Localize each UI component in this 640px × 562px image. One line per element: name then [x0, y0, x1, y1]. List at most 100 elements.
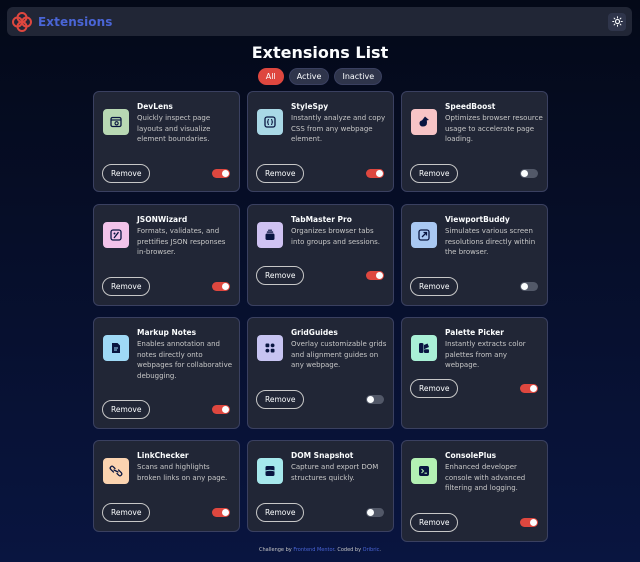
extension-name: StyleSpy: [291, 102, 329, 111]
extension-card: DOM Snapshot Capture and export DOM struc…: [247, 440, 394, 532]
remove-button[interactable]: Remove: [410, 164, 459, 183]
markupnotes-icon: [103, 335, 129, 361]
active-toggle[interactable]: [366, 271, 384, 280]
toggle-knob: [376, 170, 383, 177]
attribution-prefix: Challenge by: [259, 547, 292, 553]
toggle-knob: [367, 509, 374, 516]
remove-button[interactable]: Remove: [102, 503, 151, 522]
attribution: Challenge by Frontend Mentor. Coded by O…: [0, 547, 640, 553]
logo-text: Extensions: [38, 14, 113, 29]
jsonwizard-icon: [103, 222, 129, 248]
extension-name: DOM Snapshot: [291, 451, 354, 460]
extension-name: ViewportBuddy: [445, 215, 510, 224]
active-toggle[interactable]: [212, 508, 230, 517]
speedboost-icon: [411, 109, 437, 135]
tabmaster-icon: [257, 222, 283, 248]
toggle-knob: [521, 283, 528, 290]
remove-button[interactable]: Remove: [102, 164, 151, 183]
stylespy-icon: [257, 109, 283, 135]
active-toggle[interactable]: [366, 169, 384, 178]
remove-button[interactable]: Remove: [102, 400, 151, 419]
linkchecker-icon: [103, 458, 129, 484]
active-toggle[interactable]: [520, 518, 538, 527]
extension-name: LinkChecker: [137, 451, 189, 460]
extension-name: JSONWizard: [137, 215, 188, 224]
extension-description: Enhanced developer console with advanced…: [445, 463, 526, 492]
extension-card: GridGuides Overlay customizable grids and…: [247, 317, 394, 429]
toggle-knob: [367, 396, 374, 403]
remove-button[interactable]: Remove: [102, 277, 151, 296]
attribution-suffix: .: [379, 547, 381, 553]
extension-name: SpeedBoost: [445, 102, 496, 111]
extension-card: StyleSpy Instantly analyze and copy CSS f…: [247, 91, 394, 192]
filter-group: All Active Inactive: [0, 68, 640, 85]
extension-card: JSONWizard Formats, validates, and pretti…: [93, 204, 240, 306]
extension-card: TabMaster Pro Organizes browser tabs into…: [247, 204, 394, 306]
palettepicker-icon: [411, 335, 437, 361]
remove-button[interactable]: Remove: [256, 390, 305, 409]
extension-card: Markup Notes Enables annotation and notes…: [93, 317, 240, 429]
toggle-knob: [521, 170, 528, 177]
active-toggle[interactable]: [212, 282, 230, 291]
remove-button[interactable]: Remove: [410, 277, 459, 296]
extension-name: DevLens: [137, 102, 173, 111]
active-toggle[interactable]: [212, 405, 230, 414]
extension-card: SpeedBoost Optimizes browser resource usa…: [401, 91, 548, 192]
extension-description: Quickly inspect page layouts and visuali…: [137, 114, 211, 143]
filter-all-button[interactable]: All: [257, 68, 284, 85]
extension-description: Scans and highlights broken links on any…: [137, 463, 228, 482]
frontend-mentor-link[interactable]: Frontend Mentor: [293, 547, 334, 553]
extension-description: Optimizes browser resource usage to acce…: [445, 114, 543, 143]
extension-name: Markup Notes: [137, 328, 197, 337]
toggle-knob: [530, 519, 537, 526]
extension-description: Simulates various screen resolutions dir…: [445, 227, 536, 256]
extension-name: ConsolePlus: [445, 451, 497, 460]
extension-description: Organizes browser tabs into groups and s…: [291, 227, 381, 246]
active-toggle[interactable]: [520, 169, 538, 178]
toggle-knob: [222, 170, 229, 177]
extension-description: Instantly extracts color palettes from a…: [445, 340, 526, 369]
extension-description: Formats, validates, and prettifies JSON …: [137, 227, 226, 256]
active-toggle[interactable]: [520, 384, 538, 393]
extension-description: Instantly analyze and copy CSS from any …: [291, 114, 386, 143]
extension-name: GridGuides: [291, 328, 338, 337]
extension-card: LinkChecker Scans and highlights broken l…: [93, 440, 240, 532]
extension-name: Palette Picker: [445, 328, 504, 337]
extension-card: ViewportBuddy Simulates various screen re…: [401, 204, 548, 306]
toggle-knob: [222, 283, 229, 290]
remove-button[interactable]: Remove: [410, 513, 459, 532]
author-link[interactable]: Oribric: [363, 547, 380, 553]
remove-button[interactable]: Remove: [256, 266, 305, 285]
attribution-middle: . Coded by: [334, 547, 362, 553]
extension-card: DevLens Quickly inspect page layouts and …: [93, 91, 240, 192]
theme-toggle-button[interactable]: [608, 12, 626, 31]
filter-inactive-button[interactable]: Inactive: [334, 68, 383, 85]
toggle-knob: [376, 272, 383, 279]
active-toggle[interactable]: [212, 169, 230, 178]
extension-description: Capture and export DOM structures quickl…: [291, 463, 379, 482]
active-toggle[interactable]: [520, 282, 538, 291]
active-toggle[interactable]: [366, 508, 384, 517]
extension-name: TabMaster Pro: [291, 215, 352, 224]
remove-button[interactable]: Remove: [256, 164, 305, 183]
gridguides-icon: [257, 335, 283, 361]
extension-description: Enables annotation and notes directly on…: [137, 340, 233, 380]
devlens-icon: [103, 109, 129, 135]
active-toggle[interactable]: [366, 395, 384, 404]
toggle-knob: [222, 406, 229, 413]
toggle-knob: [222, 509, 229, 516]
consoleplus-icon: [411, 458, 437, 484]
filter-active-button[interactable]: Active: [288, 68, 330, 85]
remove-button[interactable]: Remove: [256, 503, 305, 522]
viewportbuddy-icon: [411, 222, 437, 248]
logo-icon: [12, 11, 32, 32]
extension-card: Palette Picker Instantly extracts color p…: [401, 317, 548, 429]
sun-icon: [611, 16, 623, 27]
domsnapshot-icon: [257, 458, 283, 484]
remove-button[interactable]: Remove: [410, 379, 459, 398]
toggle-knob: [530, 385, 537, 392]
extension-description: Overlay customizable grids and alignment…: [291, 340, 387, 369]
page-title: Extensions List: [251, 43, 389, 62]
app-header: Extensions: [7, 7, 632, 36]
extension-card: ConsolePlus Enhanced developer console wi…: [401, 440, 548, 542]
